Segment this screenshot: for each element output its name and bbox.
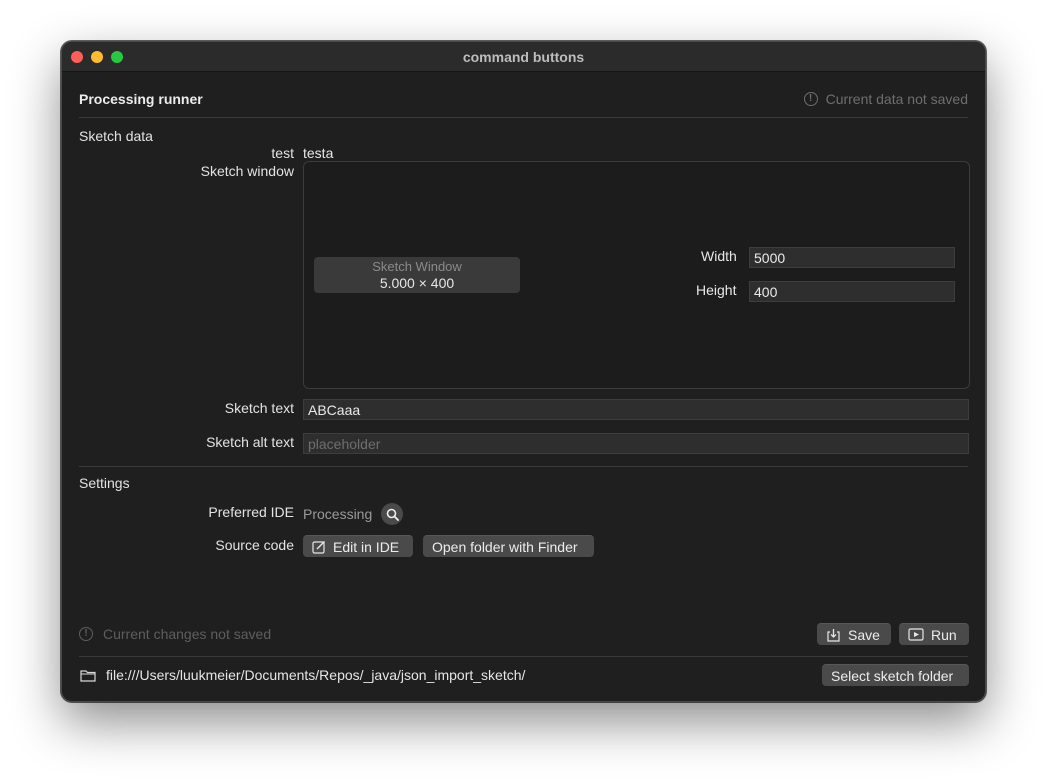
sketch-window-preview[interactable]: Sketch Window 5.000 × 400 <box>314 257 520 293</box>
height-label: Height <box>696 282 737 298</box>
preferred-ide-value: Processing <box>303 506 373 522</box>
preferred-ide-label: Preferred IDE <box>208 504 294 520</box>
run-label: Run <box>931 626 957 643</box>
page-title: Processing runner <box>79 91 203 107</box>
header-divider <box>79 117 968 118</box>
save-button[interactable]: Save <box>817 623 891 645</box>
play-icon <box>908 628 924 641</box>
edit-icon <box>312 540 325 554</box>
source-code-label: Source code <box>215 537 294 553</box>
footer-divider <box>79 656 968 657</box>
info-icon: ! <box>803 92 818 106</box>
select-folder-label: Select sketch folder <box>831 667 954 684</box>
footer-save-status: ! Current changes not saved <box>79 626 271 642</box>
width-input[interactable]: 5000 <box>749 247 955 268</box>
select-sketch-folder-button[interactable]: Select sketch folder <box>822 664 969 686</box>
app-window: command buttons Processing runner ! Curr… <box>61 41 986 702</box>
sketch-data-section-title: Sketch data <box>79 128 153 144</box>
sketch-text-label: Sketch text <box>224 400 294 416</box>
save-icon <box>827 628 840 642</box>
search-ide-button[interactable] <box>381 503 403 525</box>
test-value: testa <box>303 145 334 161</box>
settings-section-title: Settings <box>79 475 130 491</box>
sketch-alt-text-label: Sketch alt text <box>206 434 294 450</box>
open-folder-finder-button[interactable]: Open folder with Finder <box>423 535 594 557</box>
run-button[interactable]: Run <box>899 623 969 645</box>
sketch-preview-title: Sketch Window <box>372 259 462 274</box>
open-folder-label: Open folder with Finder <box>432 538 578 555</box>
edit-in-ide-label: Edit in IDE <box>333 538 400 555</box>
settings-divider <box>79 466 968 467</box>
footer-status-text: Current changes not saved <box>103 626 272 642</box>
sketch-path-row: file:///Users/luukmeier/Documents/Repos/… <box>80 667 525 683</box>
window-title: command buttons <box>462 49 585 65</box>
edit-in-ide-button[interactable]: Edit in IDE <box>303 535 413 557</box>
test-label: test <box>271 145 294 161</box>
sketch-text-input[interactable]: ABCaaa <box>303 399 969 420</box>
sketch-preview-dimensions: 5.000 × 400 <box>379 275 455 291</box>
sketch-alt-text-input[interactable]: placeholder <box>303 433 969 454</box>
header-status-text: Current data not saved <box>825 91 968 107</box>
title-bar[interactable]: command buttons <box>62 42 985 72</box>
save-label: Save <box>848 626 880 643</box>
height-input[interactable]: 400 <box>749 281 955 302</box>
folder-icon <box>80 669 96 682</box>
sketch-window-label: Sketch window <box>200 163 294 179</box>
width-label: Width <box>701 248 737 264</box>
info-icon: ! <box>79 627 93 641</box>
header-save-status: ! Current data not saved <box>803 91 968 107</box>
search-icon <box>386 508 399 521</box>
sketch-path-text: file:///Users/luukmeier/Documents/Repos/… <box>106 667 526 683</box>
